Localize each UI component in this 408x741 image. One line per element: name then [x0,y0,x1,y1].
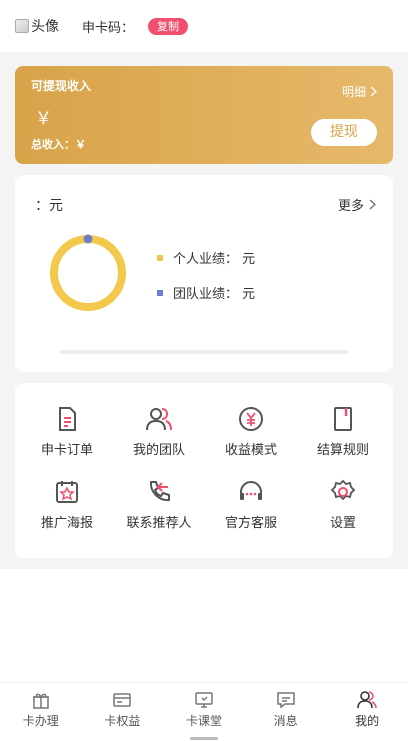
user-icon [357,691,377,709]
message-icon [276,692,295,709]
tab-card-benefits[interactable]: 卡权益 [82,683,164,732]
tab-card-class[interactable]: 卡课堂 [163,683,245,732]
legend-team: 团队业绩： 元 [157,283,255,302]
top-header: 头像 申卡码： 复制 [0,0,408,52]
legend-personal: 个人业绩： 元 [157,248,255,267]
avatar-alt-text: 头像 [31,19,59,35]
withdrawable-amount: ￥ [35,109,52,129]
team-icon [146,408,172,431]
grid-item-label: 结算规则 [316,443,369,458]
detail-link[interactable]: 明细 [342,83,377,100]
copy-button[interactable]: 复制 [148,17,189,35]
income-card: 可提现收入 ￥ 总收入：￥ 明细 提现 [15,66,393,164]
detail-label: 明细 [341,85,366,99]
scroll-indicator [60,350,348,354]
donut-marker [83,234,93,244]
tab-card-apply[interactable]: 卡办理 [0,683,82,732]
tab-label: 我的 [355,714,380,728]
team-swatch [157,289,163,296]
withdrawable-income-title: 可提现收入 [31,79,92,93]
performance-total: ：元 [35,198,63,214]
total-income: 总收入：￥ [31,138,86,151]
personal-swatch [157,254,163,261]
chevron-right-icon [369,199,376,210]
poster-icon [56,481,78,503]
performance-donut-chart [50,234,126,311]
book-icon [334,407,352,431]
gift-icon [32,693,49,709]
tab-mine[interactable]: 我的 [326,683,408,732]
avatar[interactable]: 头像 [15,16,69,36]
card-code-label: 申卡码： [82,20,135,36]
headset-icon [240,481,262,500]
yen-coin-icon [239,407,263,431]
grid-item-settlement-rules[interactable]: 结算规则 [296,405,390,458]
screen-icon [195,692,213,708]
grid-item-label: 我的团队 [132,443,185,458]
grid-item-label: 官方客服 [224,516,277,531]
grid-item-label: 收益模式 [224,443,277,458]
grid-item-label: 联系推荐人 [126,516,192,531]
more-link[interactable]: 更多 [338,195,377,214]
tab-label: 消息 [273,714,298,728]
grid-item-official-support[interactable]: 官方客服 [204,478,298,531]
grid-item-label: 设置 [329,516,356,531]
personal-performance: 个人业绩： 元 [173,252,256,267]
grid-item-settings[interactable]: 设置 [296,478,390,531]
gear-icon [330,479,356,501]
chevron-right-icon [370,86,377,97]
tab-messages[interactable]: 消息 [245,683,327,732]
donut-ring [50,235,126,311]
grid-item-contact-referrer[interactable]: 联系推荐人 [112,478,206,531]
tab-label: 卡权益 [104,714,141,728]
grid-item-my-team[interactable]: 我的团队 [112,405,206,458]
broken-image-icon [15,19,29,33]
tab-label: 卡办理 [22,714,59,728]
grid-item-card-orders[interactable]: 申卡订单 [20,405,114,458]
card-icon [113,693,132,707]
tab-label: 卡课堂 [185,714,222,728]
phone-icon [149,481,170,502]
performance-card: ：元 更多 个人业绩： 元 团队业绩： 元 [15,175,393,372]
grid-item-label: 推广海报 [40,516,93,531]
home-indicator [190,737,218,740]
document-icon [59,407,76,431]
withdraw-button[interactable]: 提现 [311,119,377,146]
more-label: 更多 [337,199,364,214]
grid-item-label: 申卡订单 [40,443,93,458]
grid-item-earnings-model[interactable]: 收益模式 [204,405,298,458]
grid-item-promo-poster[interactable]: 推广海报 [20,478,114,531]
team-performance: 团队业绩： 元 [173,287,256,302]
feature-grid: 申卡订单 我的团队 收益模式 结算规则 推广海报 联系推荐人 官方客服 设置 [15,383,393,558]
bottom-tab-bar: 卡办理 卡权益 卡课堂 消息 我的 [0,682,408,732]
